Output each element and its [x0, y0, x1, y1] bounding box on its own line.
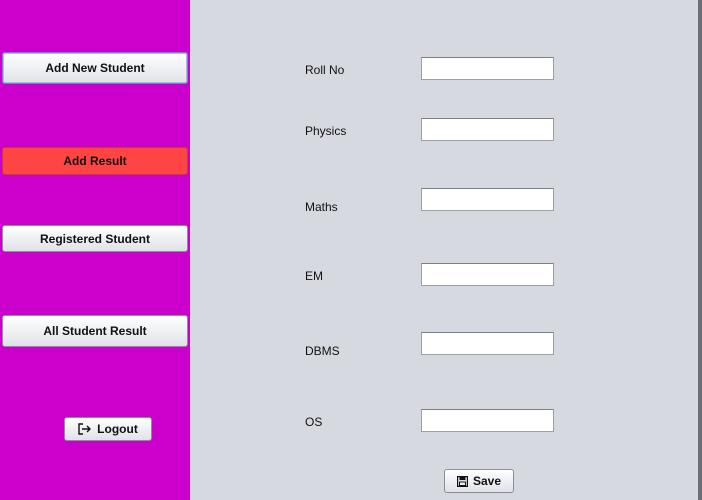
floppy-disk-icon	[456, 475, 468, 487]
sidebar: Add New Student Add Result Registered St…	[0, 0, 190, 500]
add-new-student-button[interactable]: Add New Student	[2, 52, 188, 84]
physics-field[interactable]	[421, 118, 554, 141]
maths-field[interactable]	[421, 188, 554, 211]
em-field[interactable]	[421, 263, 554, 286]
roll-no-label: Roll No	[305, 63, 345, 77]
os-field[interactable]	[421, 409, 554, 432]
add-result-label: Add Result	[63, 154, 127, 168]
em-label: EM	[305, 269, 323, 283]
add-new-student-label: Add New Student	[45, 61, 145, 75]
window-edge	[698, 0, 702, 500]
save-button[interactable]: Save	[444, 469, 514, 493]
physics-label: Physics	[305, 124, 347, 138]
dbms-field[interactable]	[421, 332, 554, 355]
dbms-label: DBMS	[305, 344, 340, 358]
logout-label: Logout	[97, 422, 138, 436]
os-label: OS	[305, 415, 323, 429]
add-result-button[interactable]: Add Result	[2, 147, 188, 175]
save-label: Save	[472, 474, 502, 488]
logout-arrow-icon	[78, 423, 92, 435]
roll-no-field[interactable]	[421, 57, 554, 80]
registered-student-button[interactable]: Registered Student	[2, 225, 188, 252]
logout-button[interactable]: Logout	[64, 417, 152, 441]
all-student-result-button[interactable]: All Student Result	[2, 315, 188, 347]
add-result-form: Roll No Physics Maths EM DBMS OS Save	[190, 0, 698, 500]
maths-label: Maths	[305, 200, 338, 214]
registered-student-label: Registered Student	[39, 231, 150, 246]
all-student-result-label: All Student Result	[43, 324, 147, 338]
